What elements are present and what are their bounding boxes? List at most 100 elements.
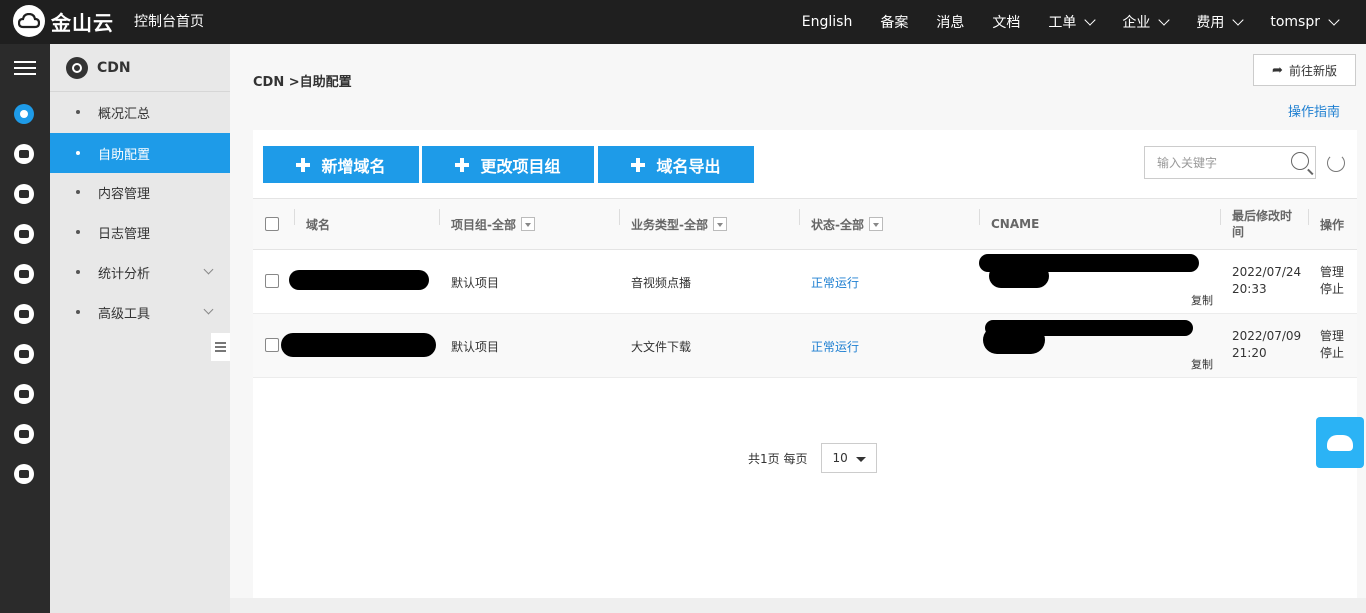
- button-label: 前往新版: [1288, 63, 1337, 78]
- chevron-down-icon: [1328, 13, 1340, 26]
- button-label: 更改项目组: [480, 158, 561, 176]
- bullet-icon: [76, 110, 80, 114]
- pagination-summary: 共1页 每页: [748, 451, 808, 466]
- filter-dropdown-icon[interactable]: [712, 217, 727, 231]
- row-checkbox[interactable]: [265, 274, 279, 288]
- copy-cname-link[interactable]: 复制: [1191, 292, 1213, 308]
- nav-tickets[interactable]: 工单: [1048, 12, 1097, 32]
- bullet-icon: [76, 190, 80, 194]
- collapse-sidebar-icon[interactable]: [211, 333, 230, 361]
- database-icon[interactable]: [14, 304, 34, 324]
- modified-date: 2022/07/09: [1232, 329, 1302, 343]
- manage-link[interactable]: 管理: [1320, 328, 1344, 345]
- stop-link[interactable]: 停止: [1320, 345, 1344, 362]
- brand-name: 金山云: [51, 10, 114, 35]
- server-icon[interactable]: [14, 144, 34, 164]
- cdn-icon[interactable]: [14, 104, 34, 124]
- nav-english[interactable]: English: [802, 14, 853, 30]
- search-icon[interactable]: [1291, 152, 1309, 170]
- redacted-domain: [281, 333, 436, 357]
- modified-date: 2022/07/24: [1232, 265, 1302, 279]
- monitor-icon[interactable]: [14, 264, 34, 284]
- bottom-strip: [230, 598, 1366, 613]
- sidebar-item-logs[interactable]: 日志管理: [50, 212, 230, 252]
- nav-label: English: [801, 14, 853, 30]
- button-label: 新增域名: [321, 158, 386, 176]
- page-size-select[interactable]: 10: [821, 443, 878, 473]
- change-project-button[interactable]: 更改项目组: [422, 146, 594, 183]
- nav-enterprise[interactable]: 企业: [1122, 12, 1171, 32]
- cloud-logo-icon: [13, 5, 45, 37]
- plus-icon: [296, 157, 311, 172]
- row-actions: 管理 停止: [1320, 264, 1344, 298]
- top-nav: English 备案 消息 文档 工单 企业 费用 tomspr: [802, 0, 1366, 44]
- console-home-link[interactable]: 控制台首页: [134, 11, 204, 31]
- refresh-icon[interactable]: [1327, 154, 1345, 172]
- chevron-down-icon: [1232, 13, 1245, 26]
- add-domain-button[interactable]: 新增域名: [263, 146, 419, 183]
- bullet-icon: [76, 151, 80, 155]
- filter-dropdown-icon[interactable]: [868, 217, 883, 231]
- modified-time-cell: 2022/07/09 21:20: [1232, 328, 1301, 362]
- sidebar-header: CDN: [50, 44, 230, 92]
- cluster-icon[interactable]: [14, 224, 34, 244]
- nav-filing[interactable]: 备案: [880, 12, 908, 32]
- table-row: 默认项目 大文件下载 正常运行 复制 2022/07/09 21:20 管理 停止: [253, 314, 1357, 378]
- cloud-upload-icon[interactable]: [14, 384, 34, 404]
- sidebar-title: CDN: [97, 59, 131, 76]
- sidebar-item-content[interactable]: 内容管理: [50, 172, 230, 212]
- cdn-product-icon: [66, 56, 88, 79]
- nav-messages[interactable]: 消息: [936, 12, 964, 32]
- network-icon[interactable]: [14, 184, 34, 204]
- status-cell: 正常运行: [811, 340, 860, 354]
- project-cell: 默认项目: [451, 340, 500, 354]
- status-cell: 正常运行: [811, 276, 860, 290]
- select-all-checkbox[interactable]: [265, 199, 279, 249]
- sidebar-item-self-config[interactable]: 自助配置: [50, 133, 230, 173]
- sidebar-item-statistics[interactable]: 统计分析: [50, 252, 230, 292]
- new-version-button[interactable]: ➦ 前往新版: [1253, 54, 1356, 86]
- breadcrumb: CDN >自助配置: [253, 75, 352, 90]
- nav-docs[interactable]: 文档: [992, 12, 1020, 32]
- column-label: 最后修改时间: [1232, 209, 1293, 239]
- nav-user-menu[interactable]: tomspr: [1270, 13, 1340, 30]
- logo[interactable]: 金山云: [13, 5, 114, 37]
- nav-label: 企业: [1122, 15, 1151, 31]
- layers-icon[interactable]: [14, 344, 34, 364]
- column-label: 状态-全部: [811, 217, 864, 232]
- column-status[interactable]: 状态-全部: [811, 199, 883, 249]
- filter-dropdown-icon[interactable]: [520, 217, 535, 231]
- row-checkbox[interactable]: [265, 338, 279, 352]
- bullet-icon: [76, 230, 80, 234]
- id-card-icon[interactable]: [14, 464, 34, 484]
- manage-link[interactable]: 管理: [1320, 264, 1344, 281]
- nav-billing[interactable]: 费用: [1196, 12, 1245, 32]
- nav-label: 文档: [992, 15, 1021, 31]
- search-box: [1144, 146, 1316, 179]
- redacted-cname: [983, 326, 1045, 354]
- chevron-down-icon: [1158, 13, 1171, 26]
- operation-guide-link[interactable]: 操作指南: [1288, 101, 1340, 120]
- column-project[interactable]: 项目组-全部: [451, 199, 535, 249]
- modified-time: 21:20: [1232, 346, 1267, 360]
- menu-icon[interactable]: [14, 61, 36, 79]
- column-label: 项目组-全部: [451, 217, 516, 232]
- business-type-cell: 大文件下载: [631, 340, 692, 354]
- column-label: 域名: [306, 217, 331, 232]
- page-size-value: 10: [832, 451, 848, 465]
- stop-link[interactable]: 停止: [1320, 281, 1344, 298]
- share-arrow-icon: ➦: [1272, 62, 1283, 78]
- sidebar-item-advanced-tools[interactable]: 高级工具: [50, 292, 230, 332]
- copy-cname-link[interactable]: 复制: [1191, 356, 1213, 372]
- column-actions: 操作: [1320, 199, 1344, 249]
- modified-time-cell: 2022/07/24 20:33: [1232, 264, 1301, 298]
- search-input[interactable]: [1145, 147, 1285, 178]
- mail-icon[interactable]: [14, 424, 34, 444]
- sidebar-item-overview[interactable]: 概况汇总: [50, 92, 230, 132]
- help-chat-button[interactable]: [1316, 417, 1364, 468]
- top-bar: 金山云 控制台首页 English 备案 消息 文档 工单 企业 费用 toms…: [0, 0, 1366, 44]
- export-domains-button[interactable]: 域名导出: [598, 146, 754, 183]
- column-label: 业务类型-全部: [631, 217, 708, 232]
- cdn-sidebar: CDN 概况汇总 自助配置 内容管理 日志管理 统计分析 高级工具: [50, 44, 230, 613]
- column-business-type[interactable]: 业务类型-全部: [631, 199, 727, 249]
